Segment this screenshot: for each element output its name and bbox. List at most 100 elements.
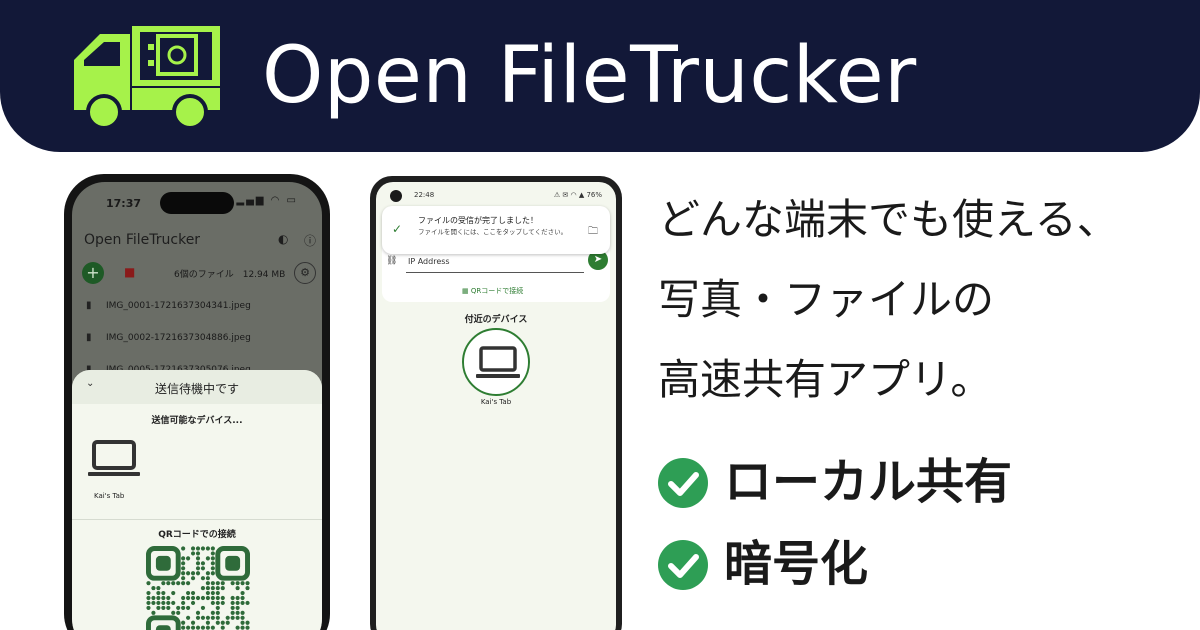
qr-module	[181, 620, 186, 625]
android-status-icons: ⚠ ✉ ◠ ▲ 76%	[553, 191, 602, 199]
qr-module	[210, 625, 215, 630]
qr-module	[186, 556, 191, 561]
qr-module	[240, 610, 245, 615]
nearby-device-button[interactable]	[462, 328, 530, 396]
check-circle-icon	[658, 540, 708, 590]
qr-finder-center	[155, 625, 171, 630]
qr-module	[161, 581, 166, 586]
qr-module	[181, 561, 186, 566]
qr-module	[186, 581, 191, 586]
qr-module	[195, 571, 201, 576]
qr-module	[215, 595, 220, 601]
tagline-line-3: 高速共有アプリ。	[658, 355, 993, 404]
qr-module	[166, 605, 171, 610]
qr-module	[200, 561, 206, 566]
theme-icon[interactable]: ◐	[278, 232, 288, 246]
laptop-icon	[476, 346, 520, 378]
qr-module	[161, 590, 166, 596]
qr-module	[181, 625, 186, 630]
qr-module	[215, 586, 220, 591]
android-screen: 22:48 ⚠ ✉ ◠ ▲ 76% ⛓ IP Address ➤ ▦ QRコード…	[376, 182, 616, 630]
qr-connect-label: QRコードで接続	[470, 287, 524, 295]
qr-module	[230, 600, 235, 606]
file-list-item[interactable]: ▮ IMG_0002-1721637304886.jpeg	[86, 332, 251, 343]
qr-module	[181, 556, 186, 561]
qr-module	[181, 546, 186, 551]
qr-module	[200, 605, 206, 610]
qr-module	[205, 581, 210, 586]
qr-module	[230, 595, 235, 601]
ip-address-input[interactable]: IP Address	[408, 257, 450, 266]
qr-module	[195, 556, 201, 561]
qr-module	[240, 595, 245, 601]
iphone-screen: 17:37 ▂▄▆ ◠ ▭ Open FileTrucker ◐ ⓘ + ■ 6…	[72, 182, 322, 630]
qr-module	[171, 600, 176, 606]
qr-module	[156, 586, 161, 591]
qr-module	[190, 620, 196, 625]
qr-module	[171, 581, 176, 586]
qr-connect-button[interactable]: ▦ QRコードで接続	[462, 286, 523, 296]
qr-module	[220, 620, 225, 625]
qr-module	[200, 586, 206, 591]
receive-complete-notification[interactable]: ✓ ファイルの受信が完了しました！ ファイルを開くには、ここをタップしてください…	[382, 206, 610, 254]
qr-module	[230, 610, 235, 615]
laptop-icon[interactable]	[88, 438, 140, 478]
qr-module	[210, 615, 215, 620]
qr-module	[205, 595, 210, 601]
qr-module	[220, 595, 225, 601]
qr-module	[166, 595, 171, 601]
qr-module	[205, 556, 210, 561]
qr-module	[186, 615, 191, 620]
ios-status-bar: 17:37 ▂▄▆ ◠ ▭	[72, 182, 322, 228]
qr-module	[235, 586, 240, 591]
qr-module	[171, 610, 176, 615]
folder-icon[interactable]: 🗀	[588, 224, 598, 241]
trash-icon[interactable]: ▮	[86, 332, 106, 343]
qr-module	[245, 620, 250, 625]
delete-all-icon[interactable]: ■	[124, 265, 135, 279]
qr-module	[205, 546, 210, 551]
qr-module	[245, 625, 250, 630]
qr-module	[215, 605, 220, 610]
qr-module	[210, 556, 215, 561]
qr-module	[205, 615, 210, 620]
qr-module	[195, 610, 201, 615]
qr-module	[230, 615, 235, 620]
qr-module	[151, 595, 156, 601]
sheet-title: 送信待機中です	[154, 382, 239, 396]
qr-module	[235, 625, 240, 630]
qr-module	[156, 600, 161, 606]
qr-module	[146, 595, 151, 601]
file-list-item[interactable]: ▮ IMG_0001-1721637304341.jpeg	[86, 300, 251, 311]
ios-app-title: Open FileTrucker	[84, 232, 201, 248]
qr-module	[215, 600, 220, 606]
qr-module	[245, 586, 250, 591]
qr-module	[240, 600, 245, 606]
camera-hole	[390, 190, 402, 202]
qr-module	[146, 590, 151, 596]
settings-gear-icon[interactable]: ⚙	[294, 262, 316, 284]
check-icon: ✓	[392, 222, 403, 236]
qr-module	[181, 576, 186, 581]
qr-code	[146, 546, 250, 630]
qr-module	[210, 551, 215, 556]
qr-module	[200, 595, 206, 601]
qr-module	[146, 581, 151, 586]
add-file-button[interactable]: +	[82, 262, 104, 284]
qr-module	[210, 600, 215, 606]
info-icon[interactable]: ⓘ	[304, 232, 316, 249]
qr-module	[190, 595, 196, 601]
qr-module	[220, 586, 225, 591]
qr-module	[195, 625, 201, 630]
qr-module	[210, 546, 215, 551]
qr-module	[181, 605, 186, 610]
trash-icon[interactable]: ▮	[86, 300, 106, 311]
qr-module	[230, 605, 235, 610]
sheet-header: ⌄ 送信待機中です	[72, 370, 322, 404]
qr-module	[186, 625, 191, 630]
qr-module	[240, 625, 245, 630]
qr-module	[210, 566, 215, 571]
qr-module	[186, 590, 191, 596]
qr-module	[186, 595, 191, 601]
qr-module	[235, 581, 240, 586]
